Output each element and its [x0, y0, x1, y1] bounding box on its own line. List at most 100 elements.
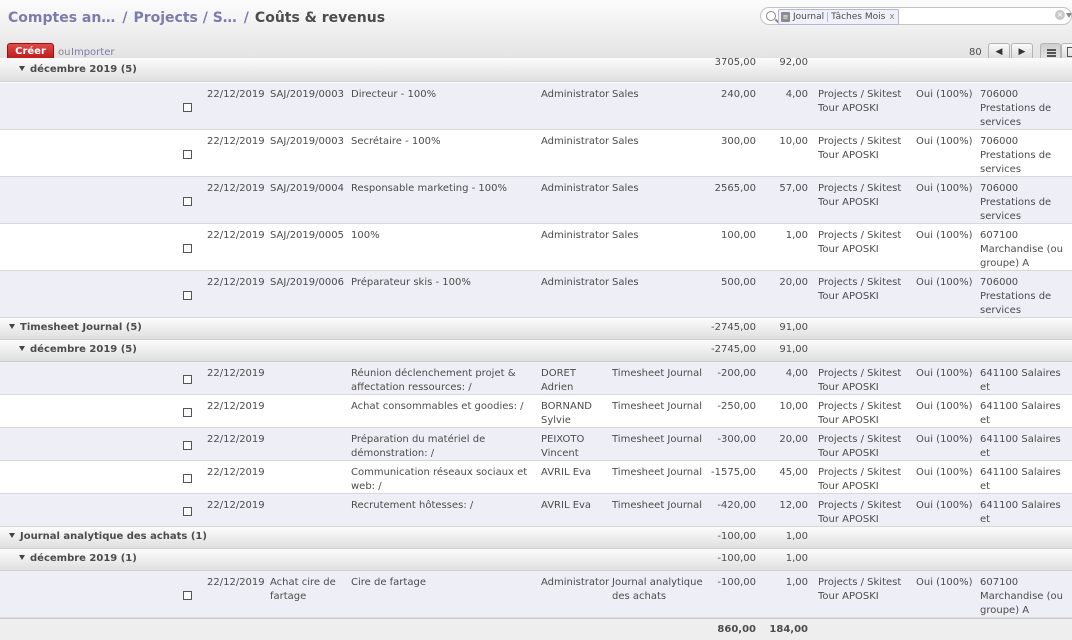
cell-user-line: Administrator — [541, 577, 610, 588]
cell-project-line: Projects / Skitest — [818, 230, 902, 241]
cell-user-line: DORET — [541, 368, 576, 379]
caret-down-icon — [19, 555, 25, 560]
cell-date: 22/12/2019 — [207, 467, 265, 478]
cell-quantity: 12,00 — [779, 500, 808, 511]
cell-billable: Oui (100%) — [916, 577, 973, 588]
cell-billable: Oui (100%) — [916, 136, 973, 147]
pager-value[interactable]: 80 — [969, 47, 982, 58]
cell-project-line: Projects / Skitest — [818, 368, 902, 379]
table-row[interactable]: 22/12/2019 SAJ/2019/0005 100% Administrator… — [0, 224, 1072, 271]
cell-account: 607100 Marchandise (ou groupe) A — [980, 229, 1072, 271]
cell-account: 706000 Prestations de services — [980, 182, 1072, 224]
group-row-journal-quantity: 1,00 — [785, 531, 808, 542]
table-row[interactable]: 22/12/2019 SAJ/2019/0003 Directeur - 100% A… — [0, 83, 1072, 130]
cell-account-line: services — [980, 164, 1022, 175]
cell-description-line: Achat consommables et goodies: / — [351, 401, 524, 412]
cell-account-line: Prestations de — [980, 103, 1052, 114]
group-row-journal-label: Timesheet Journal (5) — [20, 322, 142, 333]
cell-description: Achat consommables et goodies: / — [351, 400, 536, 414]
group-row-month-title: décembre 2019 (1) — [19, 553, 137, 564]
cell-description-line: Responsable marketing - 100% — [351, 183, 507, 194]
group-row-journal-title: Journal analytique des achats (1) — [9, 531, 207, 542]
cell-account-line: 641100 Salaires et — [980, 401, 1061, 426]
cell-description-line: Cire de fartage — [351, 577, 426, 588]
cell-user-line: BORNAND — [541, 401, 593, 412]
cell-description: Réunion déclenchement projet & affectatio… — [351, 367, 536, 395]
group-row-month[interactable]: décembre 2019 (5) 3705,00 92,00 — [0, 57, 1072, 82]
row-checkbox[interactable] — [183, 591, 192, 600]
breadcrumb: Comptes an… / Projects / S… / Coûts & revenu… — [8, 10, 385, 26]
cell-billable: Oui (100%) — [916, 434, 973, 445]
table-row[interactable]: 22/12/2019 SAJ/2019/0006 Préparateur skis … — [0, 271, 1072, 318]
group-row-journal-quantity: 91,00 — [779, 322, 808, 333]
cell-project: Projects / Skitest Tour APOSKI — [818, 499, 913, 527]
caret-down-icon[interactable] — [1066, 13, 1072, 18]
cell-project: Projects / Skitest Tour APOSKI — [818, 88, 913, 116]
caret-down-icon — [9, 533, 15, 538]
cell-amount: 2565,00 — [714, 183, 756, 194]
cell-description: Cire de fartage — [351, 576, 536, 590]
cell-project-line: Projects / Skitest — [818, 136, 902, 147]
import-button[interactable]: Importer — [71, 47, 114, 58]
cell-reference-line: SAJ/2019/0005 — [270, 230, 344, 241]
cell-account-line: 706000 — [980, 183, 1019, 194]
cell-amount: -420,00 — [717, 500, 756, 511]
cell-account-line: groupe) A — [980, 258, 1030, 269]
cell-reference: Achat cire de fartage — [270, 576, 346, 604]
breadcrumb-item-project[interactable]: Projects / S… — [133, 10, 236, 26]
cell-description-line: Préparateur skis - 100% — [351, 277, 471, 288]
row-checkbox[interactable] — [183, 375, 192, 384]
remove-facet-button[interactable]: x — [889, 12, 894, 22]
group-row-journal[interactable]: Timesheet Journal (5) -2745,00 91,00 — [0, 318, 1072, 340]
search-icon[interactable] — [766, 11, 776, 21]
table-row[interactable]: 22/12/2019 SAJ/2019/0003 Secrétaire - 100%… — [0, 130, 1072, 177]
cell-user: BORNAND Sylvie — [541, 400, 609, 428]
group-row-month-label: décembre 2019 (5) — [30, 64, 137, 75]
table-row[interactable]: 22/12/2019 Achat cire de fartage Cire de fa… — [0, 571, 1072, 618]
cell-journal-line: des achats — [612, 591, 667, 602]
cell-account-line: 641100 Salaires et — [980, 368, 1061, 393]
breadcrumb-item-analytic-accounts[interactable]: Comptes an… — [8, 10, 115, 26]
group-row-month[interactable]: décembre 2019 (1) -100,00 1,00 — [0, 549, 1072, 571]
table-row[interactable]: 22/12/2019 SAJ/2019/0004 Responsable marke… — [0, 177, 1072, 224]
table-row[interactable]: 22/12/2019 Recrutement hôtesses: / AVRIL E… — [0, 494, 1072, 539]
cell-description-line: 100% — [351, 230, 380, 241]
group-row-journal[interactable]: Journal analytique des achats (1) -100,00… — [0, 527, 1072, 549]
cell-project: Projects / Skitest Tour APOSKI — [818, 576, 913, 604]
group-row-month-label: décembre 2019 (5) — [30, 344, 137, 355]
table-row[interactable]: 22/12/2019 Préparation du matériel de démo… — [0, 428, 1072, 473]
cell-project-line: Projects / Skitest — [818, 183, 902, 194]
cell-date: 22/12/2019 — [207, 136, 265, 147]
cell-date: 22/12/2019 — [207, 434, 265, 445]
row-checkbox[interactable] — [183, 408, 192, 417]
table-row[interactable]: 22/12/2019 Achat consommables et goodies:… — [0, 395, 1072, 440]
row-checkbox[interactable] — [183, 507, 192, 516]
row-checkbox[interactable] — [183, 441, 192, 450]
row-checkbox[interactable] — [183, 244, 192, 253]
breadcrumb-separator: / — [122, 10, 128, 26]
table-row[interactable]: 22/12/2019 Communication réseaux sociaux … — [0, 461, 1072, 506]
clear-icon[interactable]: × — [1055, 10, 1065, 20]
cell-amount: 300,00 — [721, 136, 756, 147]
row-checkbox[interactable] — [183, 150, 192, 159]
group-row-journal-amount: -2745,00 — [711, 322, 756, 333]
cell-project-line: Projects / Skitest — [818, 467, 902, 478]
row-checkbox[interactable] — [183, 197, 192, 206]
row-checkbox[interactable] — [183, 103, 192, 112]
cell-user: Administrator — [541, 576, 609, 590]
caret-down-icon — [9, 324, 15, 329]
group-row-journal-label: Journal analytique des achats (1) — [20, 531, 207, 542]
cell-description-line: Directeur - 100% — [351, 89, 437, 100]
cell-billable: Oui (100%) — [916, 500, 973, 511]
table-row[interactable]: 22/12/2019 Réunion déclenchement projet &… — [0, 362, 1072, 407]
row-checkbox[interactable] — [183, 474, 192, 483]
cell-account-line: services — [980, 305, 1022, 316]
search-bar[interactable]: ≡ Journal Tâches Mois x × — [760, 7, 1072, 25]
row-checkbox[interactable] — [183, 291, 192, 300]
group-row-month[interactable]: décembre 2019 (5) -2745,00 91,00 — [0, 340, 1072, 362]
cell-account-line: services — [980, 211, 1022, 222]
cell-project-line: Tour APOSKI — [818, 103, 879, 114]
cell-reference: SAJ/2019/0003 — [270, 88, 346, 102]
cell-project: Projects / Skitest Tour APOSKI — [818, 276, 913, 304]
group-row-month-amount: -2745,00 — [711, 344, 756, 355]
